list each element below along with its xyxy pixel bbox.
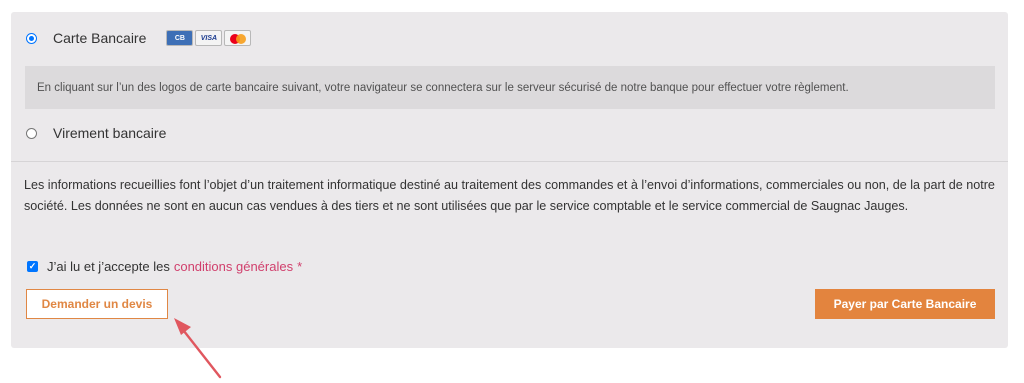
terms-link[interactable]: conditions générales: [174, 259, 293, 274]
terms-acceptance[interactable]: ✓ J’ai lu et j’accepte les conditions gé…: [27, 257, 302, 275]
checkmark-icon: ✓: [28, 260, 37, 271]
card-info-box: En cliquant sur l’un des logos de carte …: [25, 66, 995, 109]
payment-method-transfer[interactable]: Virement bancaire: [11, 121, 166, 145]
cb-card-icon[interactable]: CB: [166, 30, 194, 46]
payment-panel: Carte Bancaire CB VISA En cliquant sur l…: [11, 12, 1008, 348]
pay-by-card-button[interactable]: Payer par Carte Bancaire: [815, 289, 995, 319]
request-quote-button[interactable]: Demander un devis: [26, 289, 168, 319]
section-divider: [11, 161, 1008, 162]
card-info-text: En cliquant sur l’un des logos de carte …: [37, 81, 849, 94]
legal-notice: Les informations recueillies font l’obje…: [24, 178, 995, 213]
terms-prefix: J’ai lu et j’accepte les: [47, 258, 170, 274]
mastercard-icon[interactable]: [224, 30, 252, 46]
payment-method-card[interactable]: Carte Bancaire CB VISA: [11, 26, 252, 50]
terms-checkbox[interactable]: ✓: [27, 260, 38, 272]
card-logos[interactable]: CB VISA: [166, 30, 252, 46]
transfer-radio[interactable]: [26, 127, 37, 139]
visa-card-icon[interactable]: VISA: [195, 30, 223, 46]
card-method-label: Carte Bancaire: [53, 30, 147, 46]
card-radio[interactable]: [26, 32, 37, 44]
required-mark: *: [297, 258, 303, 274]
transfer-method-label: Virement bancaire: [53, 125, 167, 141]
